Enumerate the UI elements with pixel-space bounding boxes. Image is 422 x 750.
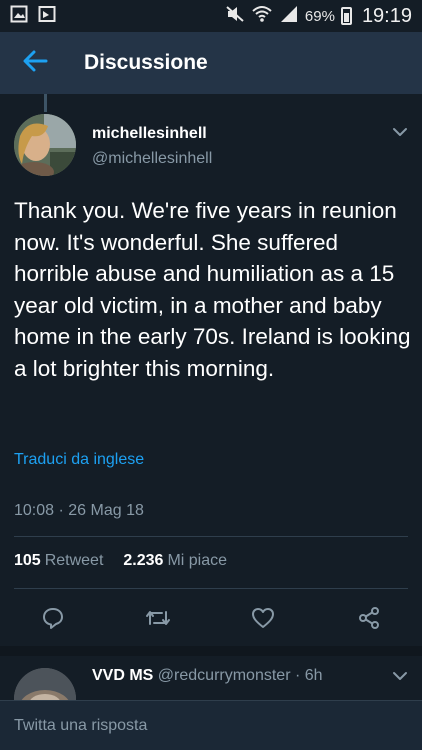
tweet-timestamp: 10:08 · 26 Mag 18	[14, 502, 144, 519]
like-button[interactable]	[247, 604, 279, 636]
chevron-down-icon[interactable]	[392, 668, 408, 689]
clock: 19:19	[361, 4, 412, 27]
page-title: Discussione	[84, 51, 208, 74]
like-count[interactable]: 2.236	[123, 552, 163, 570]
battery-icon	[340, 7, 352, 25]
like-label[interactable]: Mi piace	[167, 552, 227, 570]
signal-icon	[279, 5, 299, 27]
retweet-button[interactable]	[142, 604, 174, 636]
status-bar: 69% 19:19	[0, 0, 422, 32]
reply-compose-bar[interactable]: Twitta una risposta	[0, 700, 422, 750]
divider	[14, 588, 408, 589]
gallery-icon	[10, 5, 28, 28]
mute-icon	[225, 5, 245, 27]
reply-button[interactable]	[37, 604, 69, 636]
reply-author[interactable]: VVD MS @redcurrymonster · 6h	[92, 667, 323, 685]
app-header: Discussione	[0, 32, 422, 94]
reply-handle: @redcurrymonster · 6h	[157, 667, 323, 684]
retweet-label[interactable]: Retweet	[45, 552, 104, 570]
divider	[14, 536, 408, 537]
avatar[interactable]	[14, 114, 76, 176]
tweet-actions	[0, 600, 422, 640]
heart-icon	[251, 607, 275, 634]
section-separator	[0, 646, 422, 656]
wifi-icon	[251, 5, 273, 27]
retweet-count[interactable]: 105	[14, 552, 41, 570]
author-handle[interactable]: @michellesinhell	[92, 150, 212, 168]
translate-link[interactable]: Traduci da inglese	[14, 451, 144, 469]
flag-icon	[38, 5, 56, 28]
reply-icon	[41, 606, 65, 635]
arrow-left-icon	[22, 50, 48, 77]
author-name[interactable]: michellesinhell	[92, 125, 207, 143]
chevron-down-icon[interactable]	[392, 124, 408, 145]
retweet-icon	[145, 607, 171, 634]
tweet-stats: 105 Retweet 2.236 Mi piace	[14, 552, 227, 570]
share-icon	[357, 606, 381, 635]
back-button[interactable]	[0, 32, 70, 94]
battery-percent: 69%	[304, 7, 335, 25]
tweet-text: Thank you. We're five years in reunion n…	[14, 198, 411, 381]
share-button[interactable]	[353, 604, 385, 636]
thread-connector	[44, 94, 47, 112]
compose-placeholder[interactable]: Twitta una risposta	[14, 717, 147, 735]
reply-name[interactable]: VVD MS	[92, 667, 153, 684]
